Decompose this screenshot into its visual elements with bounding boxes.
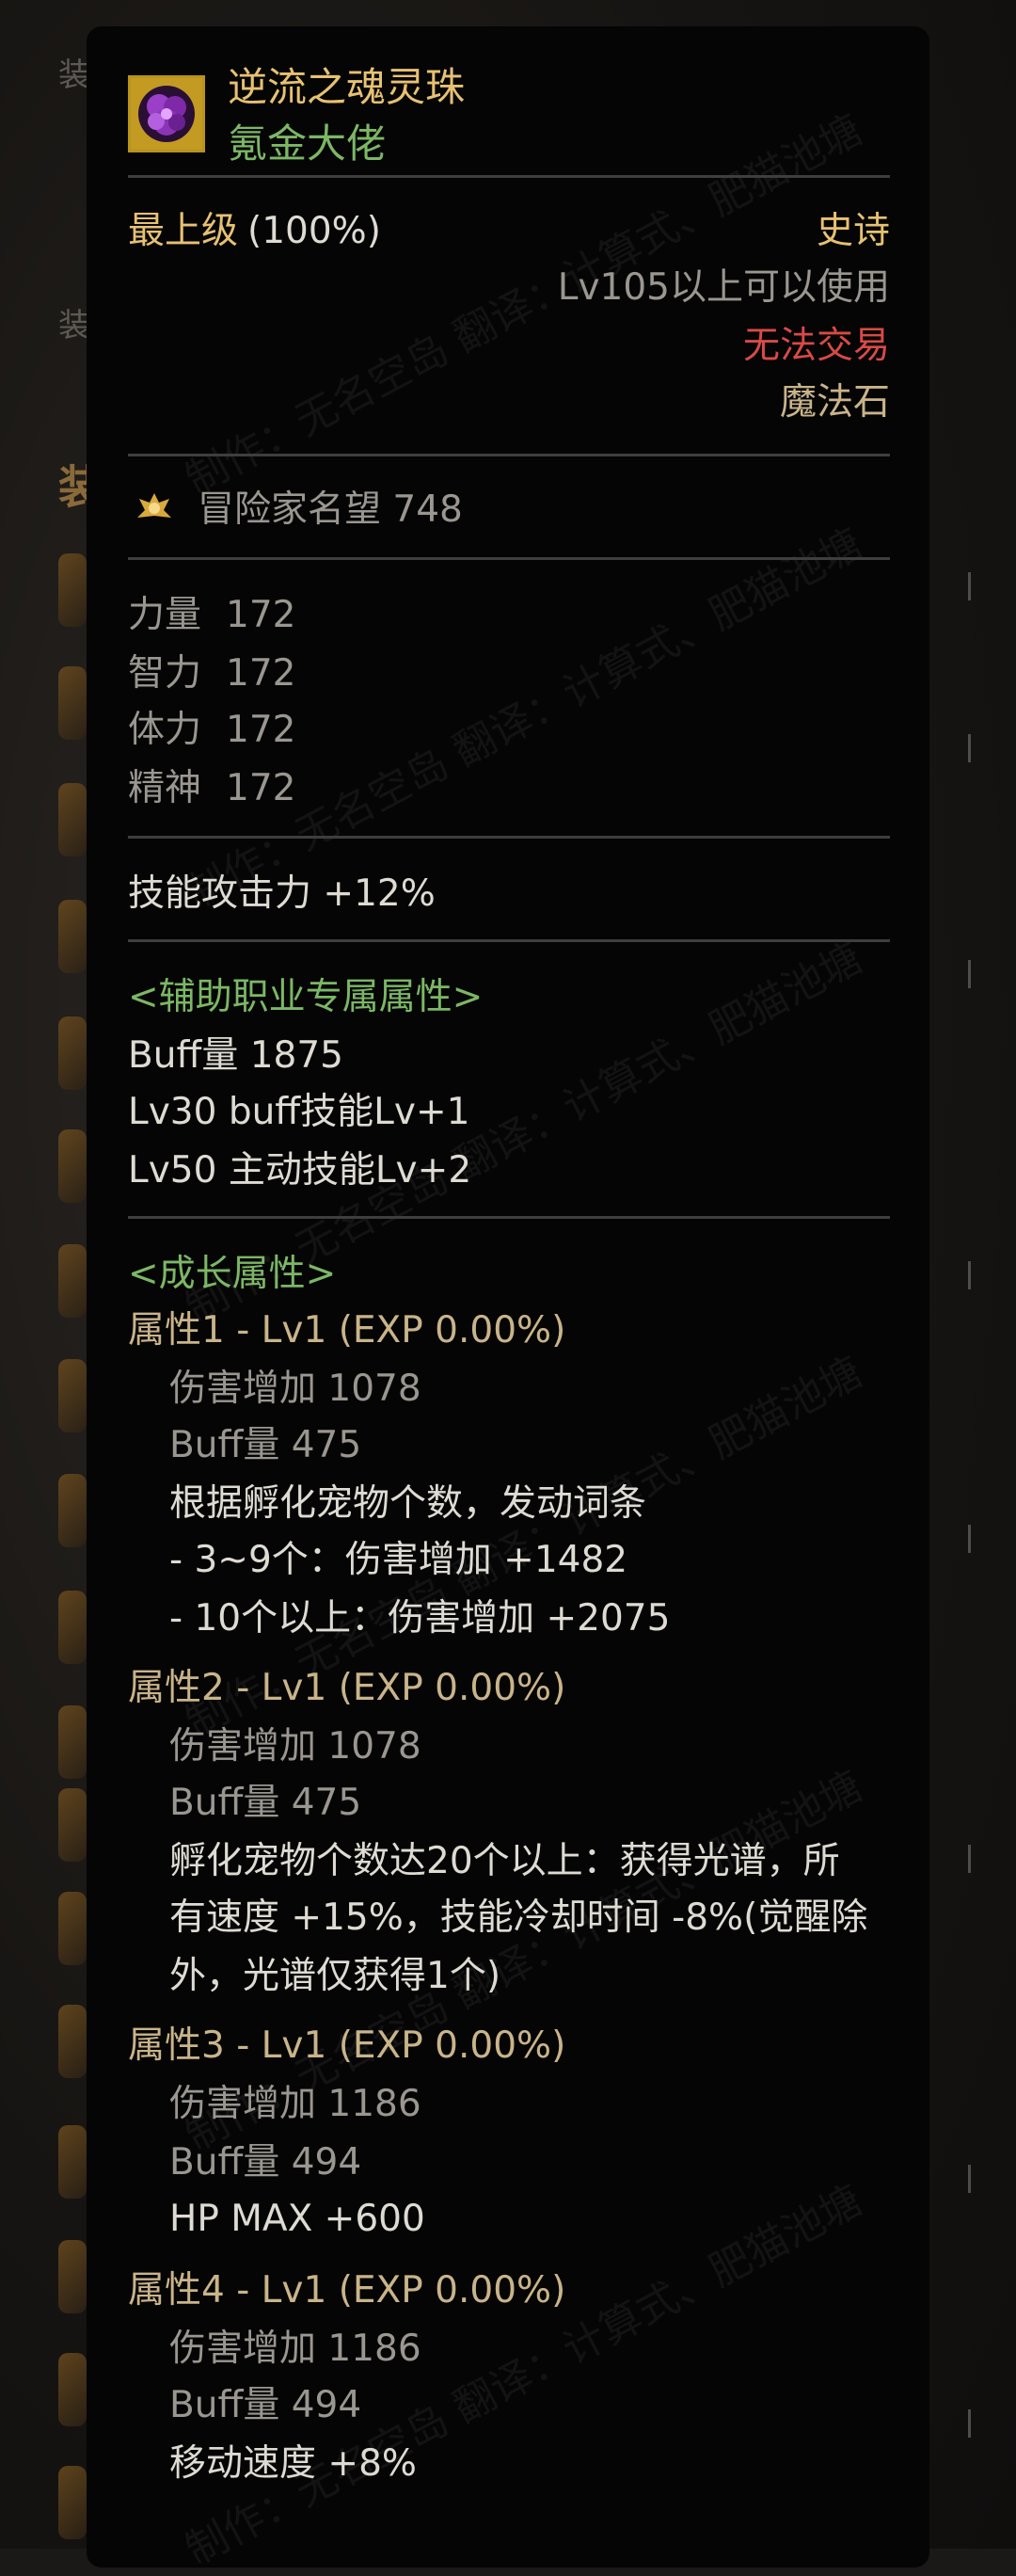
growth-attr-effect: 根据孵化宠物个数，发动词条 (169, 1482, 647, 1525)
bg-equipment-icon[interactable] (58, 2005, 87, 2078)
growth-attr-effect: - 10个以上：伤害增加 +2075 (169, 1597, 671, 1640)
stat-row: 力量 172 (128, 594, 296, 636)
divider (128, 836, 890, 839)
growth-attr-title: 属性4 - Lv1 (EXP 0.00%) (128, 2269, 566, 2312)
item-type: 魔法石 (779, 381, 890, 424)
stat-row: 精神 172 (128, 767, 296, 809)
bg-scroll-tick (968, 1845, 978, 1873)
grade-value: (100%) (247, 210, 381, 252)
divider (128, 939, 890, 942)
bg-equipment-icon[interactable] (58, 666, 87, 740)
growth-header: <成长属性> (128, 1253, 337, 1295)
bg-equipment-icon[interactable] (58, 1244, 87, 1318)
growth-attr-damage: 伤害增加 1186 (169, 2083, 421, 2125)
rarity-label: 史诗 (816, 210, 890, 252)
item-tooltip-panel: 制作：无名空岛 翻译：计算式、肥猫池塘 制作：无名空岛 翻译：计算式、肥猫池塘 … (87, 26, 929, 2575)
bg-scroll-tick (968, 1525, 978, 1553)
reputation-crest-icon (134, 488, 175, 529)
divider (128, 454, 890, 456)
bg-equipment-icon[interactable] (58, 1705, 87, 1779)
growth-attr-damage: 伤害增加 1186 (169, 2328, 421, 2370)
bg-equipment-icon[interactable] (58, 1016, 87, 1090)
bg-equipment-icon[interactable] (58, 1892, 87, 1965)
growth-attr-effect: 外，光谱仅获得1个) (169, 1955, 501, 1997)
support-line: Lv30 buff技能Lv+1 (128, 1091, 470, 1133)
growth-attr-effect: 有速度 +15%，技能冷却时间 -8%(觉醒除 (169, 1896, 868, 1939)
bg-scroll-tick (968, 960, 978, 988)
growth-attr-title: 属性1 - Lv1 (EXP 0.00%) (128, 1309, 566, 1352)
bg-equipment-icon[interactable] (58, 1591, 87, 1664)
bg-scroll-tick (968, 1261, 978, 1289)
growth-attr-damage: 伤害增加 1078 (169, 1725, 421, 1768)
bg-equipment-icon[interactable] (58, 2466, 87, 2539)
bg-equipment-icon[interactable] (58, 553, 87, 627)
bg-equipment-icon[interactable] (58, 1788, 87, 1862)
bg-scroll-tick (968, 2165, 978, 2193)
divider (128, 1216, 890, 1219)
stat-row: 智力 172 (128, 652, 296, 695)
bg-scroll-tick (968, 734, 978, 762)
divider (128, 557, 890, 560)
growth-attr-damage: 伤害增加 1078 (169, 1368, 421, 1410)
growth-attr-buff: Buff量 475 (169, 1782, 362, 1824)
divider (128, 175, 890, 178)
bg-label: 装 (58, 56, 90, 94)
grade-label: 最上级 (100%) (128, 210, 381, 252)
bg-equipment-icon[interactable] (58, 1129, 87, 1203)
stat-row: 体力 172 (128, 709, 296, 751)
bg-equipment-icon[interactable] (58, 783, 87, 856)
growth-attr-effect: HP MAX +600 (169, 2198, 425, 2240)
level-requirement: Lv105以上可以使用 (557, 266, 890, 309)
bg-scroll-tick (968, 572, 978, 600)
support-line: Lv50 主动技能Lv+2 (128, 1149, 472, 1192)
bg-equipment-icon[interactable] (58, 1474, 87, 1547)
bg-equipment-icon[interactable] (58, 2240, 87, 2313)
item-name: 逆流之魂灵珠 (228, 64, 466, 110)
support-header: <辅助职业专属属性> (128, 976, 484, 1018)
bg-label: 装 (58, 307, 90, 344)
bg-scroll-tick (968, 2409, 978, 2438)
trade-status: 无法交易 (742, 325, 890, 367)
item-subtitle: 氪金大佬 (228, 120, 387, 167)
bg-equipment-icon[interactable] (58, 900, 87, 973)
bg-equipment-icon[interactable] (58, 1359, 87, 1432)
growth-attr-title: 属性2 - Lv1 (EXP 0.00%) (128, 1667, 566, 1709)
growth-attr-effect: 孵化宠物个数达20个以上：获得光谱，所 (169, 1840, 840, 1882)
purple-flower-orb-icon (128, 75, 205, 152)
bg-equipment-icon[interactable] (58, 2353, 87, 2426)
reputation-text: 冒险家名望 748 (198, 488, 463, 531)
growth-attr-effect: - 3~9个：伤害增加 +1482 (169, 1539, 628, 1581)
support-line: Buff量 1875 (128, 1034, 343, 1077)
growth-attr-buff: Buff量 494 (169, 2141, 362, 2184)
growth-attr-effect: 移动速度 +8% (169, 2442, 417, 2485)
growth-attr-buff: Buff量 475 (169, 1424, 362, 1466)
growth-attr-buff: Buff量 494 (169, 2384, 362, 2426)
skill-attack-stat: 技能攻击力 +12% (128, 872, 436, 915)
bg-equipment-icon[interactable] (58, 2125, 87, 2199)
growth-attr-title: 属性3 - Lv1 (EXP 0.00%) (128, 2024, 566, 2067)
